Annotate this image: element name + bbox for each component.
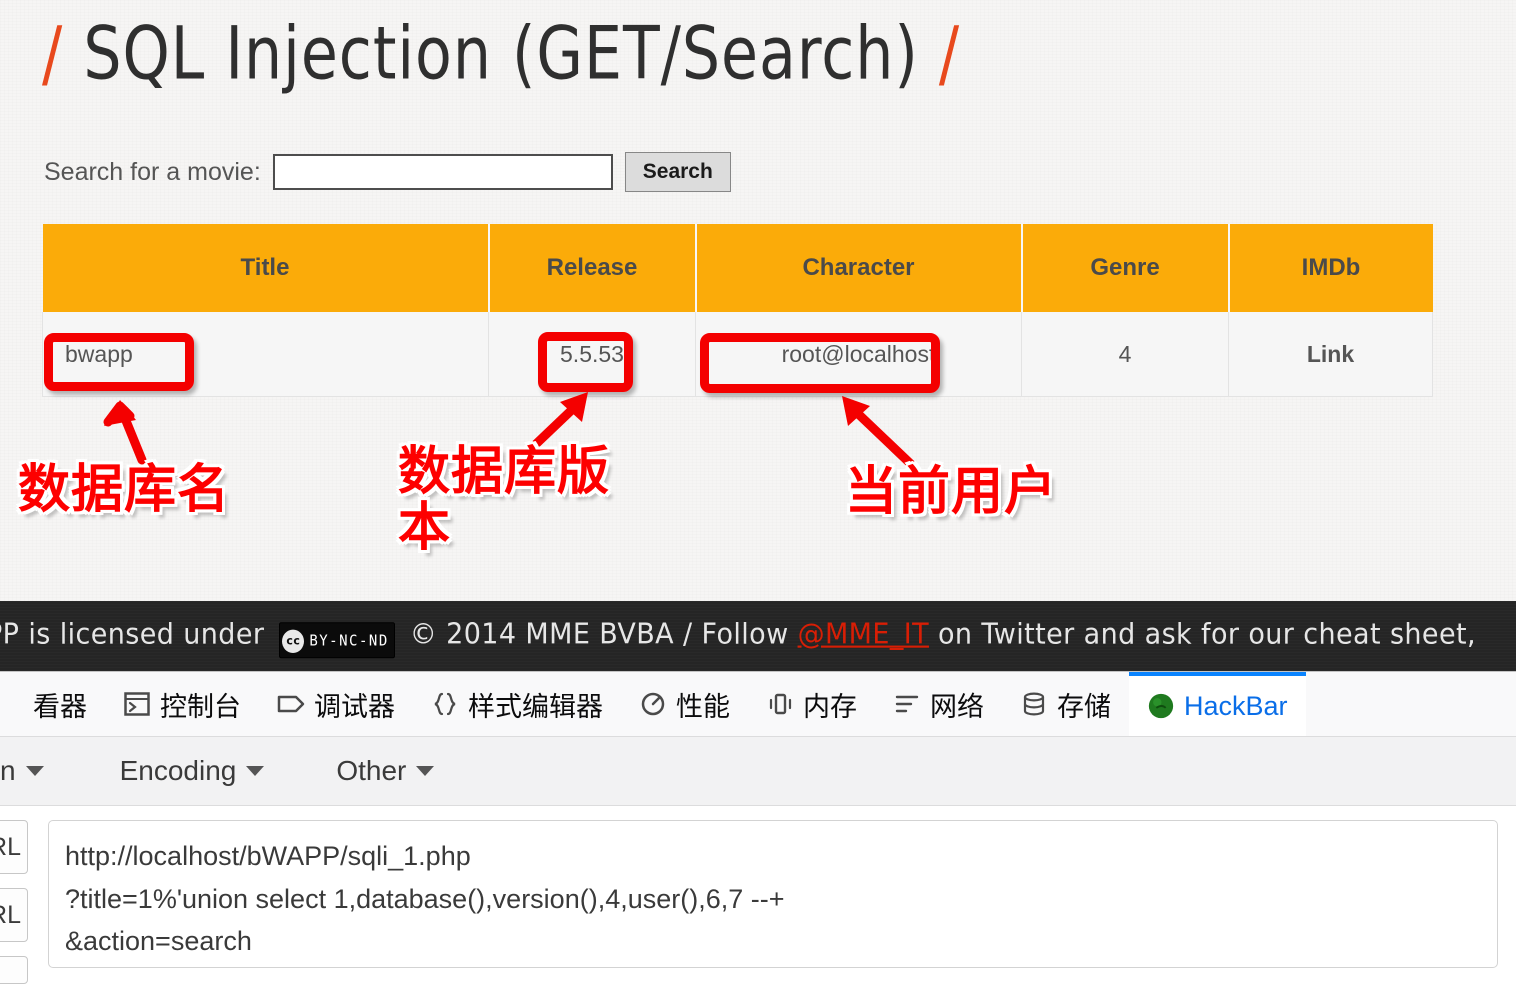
split-url-button[interactable]: URL	[0, 888, 28, 942]
tab-performance[interactable]: 性能	[621, 672, 748, 736]
tab-storage[interactable]: 存储	[1002, 672, 1129, 736]
tab-inspector[interactable]: 看器	[0, 672, 105, 736]
page-title: / SQL Injection (GET/Search) /	[42, 10, 960, 96]
search-form: Search for a movie: Search	[44, 152, 731, 192]
twitter-handle-link[interactable]: @MME_IT	[798, 618, 929, 651]
column-header-genre: Genre	[1021, 224, 1230, 312]
devtools-tabbar: 看器 控制台 调试器 样式编辑器 性能 内存 网络 存储 HackBar	[0, 672, 1516, 737]
memory-icon	[766, 690, 794, 718]
chevron-down-icon	[416, 766, 435, 776]
tab-hackbar[interactable]: HackBar	[1129, 672, 1306, 736]
menu-sql-injection-label: n	[0, 755, 16, 786]
style-editor-icon	[431, 690, 459, 718]
load-url-button[interactable]: URL	[0, 820, 28, 874]
table-row: bwapp 5.5.53 root@localhost 4 Link	[42, 312, 1433, 397]
hackbar-icon	[1147, 692, 1175, 720]
url-textarea[interactable]: http://localhost/bWAPP/sqli_1.php ?title…	[48, 820, 1498, 968]
footer-text-after: on Twitter and ask for our cheat sheet,	[937, 618, 1476, 651]
hackbar-side-buttons: URL URL	[0, 820, 28, 989]
chevron-down-icon	[25, 766, 44, 776]
bwapp-page: / SQL Injection (GET/Search) / Search fo…	[0, 0, 1516, 601]
tab-memory-label: 内存	[803, 691, 857, 722]
column-header-release: Release	[488, 224, 697, 312]
tab-console-label: 控制台	[160, 691, 241, 722]
title-slash-left: /	[42, 10, 64, 97]
cell-title: bwapp	[42, 312, 489, 397]
execute-button[interactable]	[0, 956, 28, 984]
menu-encoding-label: Encoding	[119, 755, 237, 786]
tab-hackbar-label: HackBar	[1184, 690, 1288, 721]
column-header-character: Character	[695, 224, 1023, 312]
table-header-row: Title Release Character Genre IMDb	[42, 224, 1433, 312]
tab-network-label: 网络	[930, 691, 984, 722]
network-icon	[893, 690, 921, 718]
arrow-to-database-name	[103, 400, 147, 465]
footer-text-middle: © 2014 MME BVBA / Follow	[409, 618, 789, 651]
column-header-imdb: IMDb	[1228, 224, 1433, 312]
title-slash-right: /	[938, 10, 961, 97]
cell-genre: 4	[1021, 312, 1229, 397]
search-button[interactable]: Search	[624, 152, 731, 192]
inspector-icon	[0, 690, 24, 718]
site-footer: PP is licensed under cc BY-NC-ND © 2014 M…	[0, 601, 1516, 671]
tab-debugger-label: 调试器	[314, 691, 395, 722]
footer-license-text: PP is licensed under cc BY-NC-ND © 2014 M…	[0, 618, 1476, 659]
tab-debugger[interactable]: 调试器	[259, 672, 413, 736]
menu-sql-injection[interactable]: n	[0, 755, 66, 787]
tab-style-editor[interactable]: 样式编辑器	[413, 672, 621, 736]
chevron-down-icon	[246, 766, 265, 776]
cell-imdb-link[interactable]: Link	[1228, 312, 1433, 397]
creative-commons-badge: cc BY-NC-ND	[279, 622, 395, 659]
storage-icon	[1020, 690, 1048, 718]
menu-other[interactable]: Other	[314, 755, 456, 787]
tab-memory[interactable]: 内存	[748, 672, 875, 736]
search-input[interactable]	[272, 154, 613, 190]
results-table: Title Release Character Genre IMDb bwapp…	[42, 224, 1433, 397]
annotation-label-database-name: 数据库名	[18, 460, 231, 520]
cc-icon: cc	[282, 629, 305, 653]
cell-character: root@localhost	[695, 312, 1022, 397]
cc-terms-label: BY-NC-ND	[309, 632, 389, 650]
tab-network[interactable]: 网络	[875, 672, 1002, 736]
menu-encoding[interactable]: Encoding	[98, 755, 287, 787]
search-label: Search for a movie:	[44, 157, 261, 186]
column-header-title: Title	[42, 224, 490, 312]
menu-other-label: Other	[336, 755, 407, 786]
tab-inspector-label: 看器	[33, 691, 87, 722]
tab-storage-label: 存储	[1057, 691, 1111, 722]
hackbar-menubar: n Encoding Other	[0, 737, 1516, 806]
tab-style-editor-label: 样式编辑器	[468, 691, 603, 722]
annotation-label-current-user: 当前用户	[845, 462, 1058, 522]
arrow-to-current-user	[842, 396, 920, 473]
arrow-to-database-version	[510, 392, 588, 469]
title-text: SQL Injection (GET/Search)	[83, 10, 919, 97]
footer-text-before: PP is licensed under	[0, 618, 265, 651]
cell-release: 5.5.53	[488, 312, 696, 397]
debugger-icon	[277, 690, 305, 718]
annotation-label-database-version: 数据库版本	[398, 442, 611, 559]
tab-console[interactable]: 控制台	[105, 672, 259, 736]
console-icon	[123, 690, 151, 718]
devtools-panel: 看器 控制台 调试器 样式编辑器 性能 内存 网络 存储 HackBar n E…	[0, 671, 1516, 989]
performance-icon	[639, 690, 667, 718]
hackbar-body: URL URL http://localhost/bWAPP/sqli_1.ph…	[0, 806, 1516, 989]
tab-performance-label: 性能	[676, 691, 730, 722]
